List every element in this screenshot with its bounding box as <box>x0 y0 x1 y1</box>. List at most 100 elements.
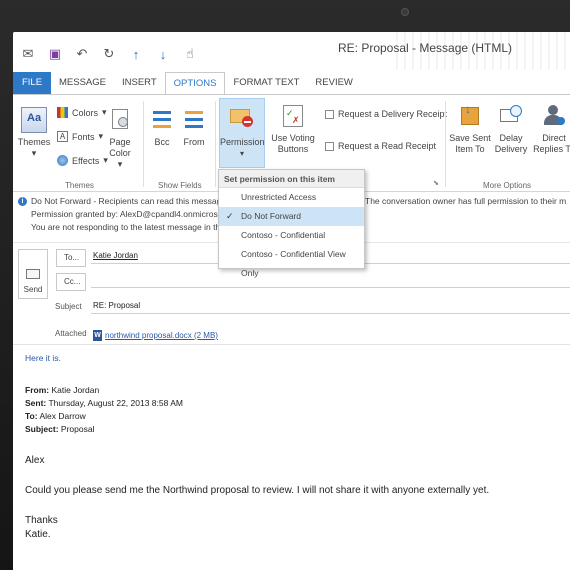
send-icon <box>26 269 40 279</box>
show-fields-group-label: Show Fields <box>158 181 202 190</box>
camera-icon <box>401 8 409 16</box>
effects-icon <box>57 155 68 166</box>
themes-group-label: Themes <box>65 181 94 190</box>
message-body[interactable]: Here it is. From: Katie Jordan Sent: Thu… <box>13 344 570 570</box>
page-color-button[interactable]: Page Color ▾ <box>103 107 137 170</box>
permission-button[interactable]: Permission ▾ <box>219 98 265 168</box>
direct-replies-button[interactable]: Direct Replies To <box>531 103 570 155</box>
colors-button[interactable]: Colors ▾ <box>57 107 107 118</box>
mail-icon[interactable]: ✉ <box>21 46 35 62</box>
menu-item-do-not-forward[interactable]: ✓ Do Not Forward <box>219 207 364 226</box>
header-from: From: Katie Jordan <box>25 385 99 395</box>
menu-item-unrestricted-access[interactable]: Unrestricted Access <box>219 188 364 207</box>
tab-message[interactable]: MESSAGE <box>51 72 114 94</box>
info-line-1: Do Not Forward - Recipients can read thi… <box>31 196 241 206</box>
info-line-1-right: The conversation owner has full permissi… <box>365 196 567 206</box>
delay-delivery-button[interactable]: Delay Delivery <box>493 103 529 155</box>
send-button[interactable]: Send <box>18 249 48 299</box>
themes-button[interactable]: Aa Themes ▾ <box>17 107 51 159</box>
colors-label: Colors <box>72 107 99 118</box>
attachment[interactable]: W northwind proposal.docx (2 MB) <box>93 330 218 341</box>
message-text: Could you please send me the Northwind p… <box>25 485 490 496</box>
checkbox-icon <box>325 109 334 119</box>
group-separator <box>143 101 144 187</box>
down-arrow-icon[interactable]: ↓ <box>156 47 170 62</box>
colors-icon <box>57 107 68 118</box>
tab-review[interactable]: REVIEW <box>307 72 360 94</box>
greeting: Alex <box>25 455 45 466</box>
voting-icon: ✓ ✗ <box>280 103 306 129</box>
tab-options[interactable]: OPTIONS <box>164 72 226 94</box>
cc-field[interactable] <box>91 272 570 288</box>
fonts-button[interactable]: A Fonts ▾ <box>57 131 103 142</box>
window-title: RE: Proposal - Message (HTML) <box>338 41 513 55</box>
direct-replies-label: Direct Replies To <box>533 133 570 154</box>
menu-item-contoso-confidential-view-only[interactable]: Contoso - Confidential View Only <box>219 245 364 278</box>
quick-access-toolbar: ✉ ▣ ↶ ↻ ↑ ↓ ☝ <box>21 46 197 62</box>
permission-menu: Set permission on this item Unrestricted… <box>218 169 365 278</box>
header-subject: Subject: Proposal <box>25 424 94 434</box>
sent-label: Sent: <box>25 398 47 408</box>
header-to: To: Alex Darrow <box>25 411 86 421</box>
attachment-name[interactable]: northwind proposal.docx (2 MB) <box>105 331 218 340</box>
delay-delivery-icon <box>498 103 524 129</box>
fonts-label: Fonts <box>72 131 95 142</box>
to-value: Alex Darrow <box>39 411 86 421</box>
from-button[interactable]: From <box>179 107 209 148</box>
read-receipt-checkbox[interactable]: Request a Read Receipt <box>325 141 436 151</box>
header-sent: Sent: Thursday, August 22, 2013 8:58 AM <box>25 398 183 408</box>
tab-insert[interactable]: INSERT <box>114 72 165 94</box>
to-recipient[interactable]: Katie Jordan <box>93 251 138 260</box>
subject-label: Subject: <box>25 424 59 434</box>
to-button[interactable]: To... <box>56 249 86 267</box>
closing: Thanks <box>25 515 58 526</box>
voting-buttons-button[interactable]: ✓ ✗ Use Voting Buttons <box>271 103 315 155</box>
chevron-down-icon: ▾ <box>31 148 37 158</box>
cc-button[interactable]: Cc... <box>56 273 86 291</box>
tab-file[interactable]: FILE <box>13 72 51 94</box>
subject-field[interactable]: RE: Proposal <box>91 298 570 314</box>
read-receipt-label: Request a Read Receipt <box>338 141 437 151</box>
save-sent-label: Save Sent Item To <box>449 133 491 154</box>
direct-replies-icon <box>541 103 567 129</box>
effects-button[interactable]: Effects ▾ <box>57 155 108 166</box>
subject-value: Proposal <box>60 424 95 434</box>
themes-label: Themes <box>17 137 51 147</box>
redo-icon[interactable]: ↻ <box>102 46 116 62</box>
chevron-down-icon: ▾ <box>117 159 123 169</box>
bcc-button[interactable]: Bcc <box>147 107 177 148</box>
to-label: To: <box>25 411 38 421</box>
tab-format-text[interactable]: FORMAT TEXT <box>225 72 307 94</box>
menu-item-contoso-confidential[interactable]: Contoso - Confidential <box>219 226 364 245</box>
send-label: Send <box>23 285 43 294</box>
device-bezel: ✉ ▣ ↶ ↻ ↑ ↓ ☝ RE: Proposal - Message (HT… <box>0 0 570 570</box>
subject-label: Subject <box>55 302 82 311</box>
page-color-icon <box>107 107 133 133</box>
group-separator <box>215 101 216 187</box>
outlook-window: ✉ ▣ ↶ ↻ ↑ ↓ ☝ RE: Proposal - Message (HT… <box>13 32 570 570</box>
up-arrow-icon[interactable]: ↑ <box>129 47 143 62</box>
fonts-icon: A <box>57 131 68 142</box>
dialog-launcher-icon[interactable]: ⬊ <box>433 179 439 187</box>
signature: Katie. <box>25 529 51 540</box>
undo-icon[interactable]: ↶ <box>75 46 89 62</box>
save-sent-item-button[interactable]: ↓ Save Sent Item To <box>449 103 491 155</box>
bcc-label: Bcc <box>154 137 170 147</box>
touch-mode-icon[interactable]: ☝ <box>183 46 197 62</box>
permission-label: Permission <box>220 137 265 147</box>
from-icon <box>181 107 207 133</box>
more-options-group-label: More Options <box>483 181 532 190</box>
checkmark-icon: ✓ <box>226 211 234 221</box>
delivery-receipt-checkbox[interactable]: Request a Delivery Receipt <box>325 109 447 119</box>
group-separator <box>445 101 446 187</box>
ribbon-tabs: FILE MESSAGE INSERT OPTIONS FORMAT TEXT … <box>13 72 570 94</box>
info-icon: i <box>18 197 27 206</box>
sent-value: Thursday, August 22, 2013 8:58 AM <box>48 398 183 408</box>
page-color-label: Page Color <box>109 137 131 158</box>
chevron-down-icon: ▾ <box>239 149 244 158</box>
delay-delivery-label: Delay Delivery <box>494 133 528 154</box>
save-icon[interactable]: ▣ <box>48 46 62 62</box>
checkbox-icon <box>325 141 334 151</box>
menu-item-label: Do Not Forward <box>241 211 301 221</box>
permission-icon <box>230 105 256 127</box>
